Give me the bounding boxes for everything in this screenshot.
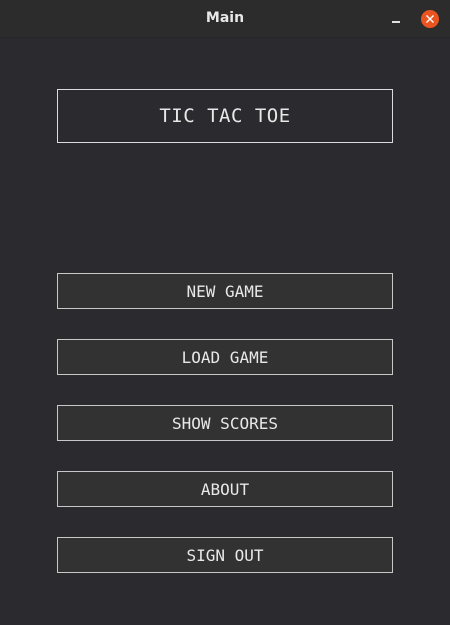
load-game-button[interactable]: LOAD GAME (57, 339, 393, 375)
window-title: Main (205, 10, 245, 26)
minimize-icon[interactable] (388, 12, 404, 28)
sign-out-button[interactable]: SIGN OUT (57, 537, 393, 573)
close-icon[interactable] (421, 10, 439, 28)
main-window: Main TIC TAC TOE NEW GAME LOAD GAME SHOW… (0, 0, 450, 625)
show-scores-button[interactable]: SHOW SCORES (57, 405, 393, 441)
new-game-button[interactable]: NEW GAME (57, 273, 393, 309)
about-button[interactable]: ABOUT (57, 471, 393, 507)
title-bar[interactable]: Main (0, 0, 450, 38)
game-title: TIC TAC TOE (57, 89, 393, 143)
